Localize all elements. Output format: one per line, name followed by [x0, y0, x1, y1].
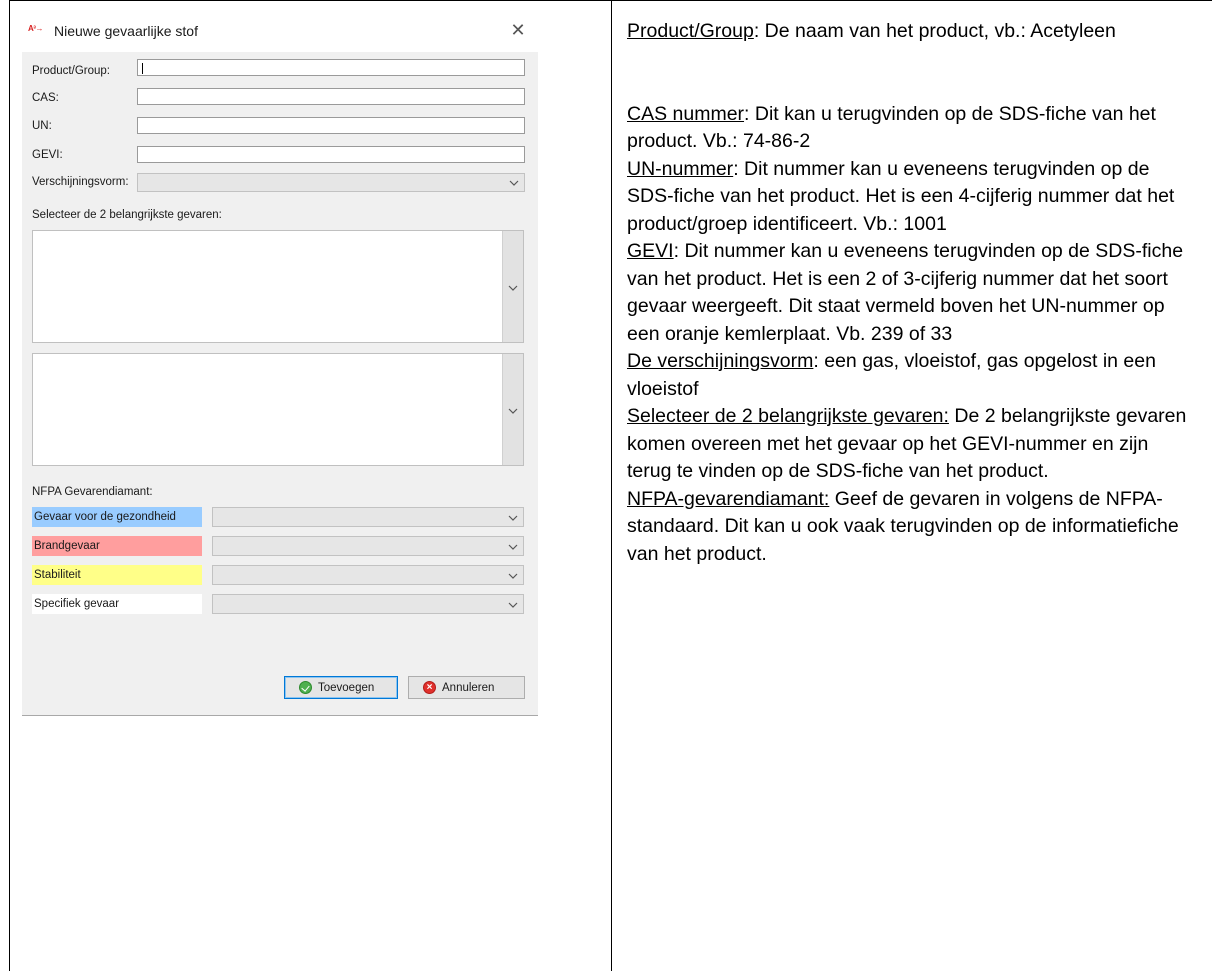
dropdown-strip[interactable] [502, 354, 523, 465]
app-logo-icon: A³→ [28, 24, 43, 33]
dropdown-strip[interactable] [502, 231, 523, 342]
un-label: UN: [32, 120, 52, 132]
product-input[interactable] [137, 59, 525, 76]
new-hazardous-substance-dialog: A³→ Nieuwe gevaarlijke stof ✕ Product/Gr… [22, 10, 538, 716]
table-border-left [9, 0, 10, 971]
gevi-label: GEVI: [32, 149, 63, 161]
close-icon[interactable]: ✕ [506, 18, 530, 42]
term-nfpa: NFPA-gevarendiamant: [627, 487, 830, 510]
chevron-down-icon [508, 285, 518, 291]
text-caret [142, 63, 143, 74]
chevron-down-icon [509, 180, 519, 186]
chevron-down-icon [508, 602, 518, 608]
verschijningsvorm-label: Verschijningsvorm: [32, 176, 129, 188]
chevron-down-icon [508, 515, 518, 521]
term-gevaren: Selecteer de 2 belangrijkste gevaren: [627, 405, 949, 427]
checkmark-icon [299, 681, 312, 694]
chevron-down-icon [508, 573, 518, 579]
nfpa-specific-select[interactable] [212, 594, 524, 614]
verschijningsvorm-select[interactable] [137, 173, 525, 192]
nfpa-title: NFPA Gevarendiamant: [32, 486, 153, 498]
window-title: Nieuwe gevaarlijke stof [54, 23, 198, 39]
nfpa-stability-select[interactable] [212, 565, 524, 585]
nfpa-health-label: Gevaar voor de gezondheid [32, 507, 202, 527]
gevi-input[interactable] [137, 146, 525, 163]
cancel-button-label: Annuleren [442, 681, 495, 694]
nfpa-health-select[interactable] [212, 507, 524, 527]
table-divider [611, 0, 612, 971]
hazards-label: Selecteer de 2 belangrijkste gevaren: [32, 209, 222, 221]
chevron-down-icon [508, 544, 518, 550]
desc-gevaren: Selecteer de 2 belangrijkste gevaren: De… [627, 405, 1187, 482]
term-un: UN-nummer [627, 157, 734, 180]
nfpa-specific-label: Specifiek gevaar [32, 594, 202, 614]
desc-product: Product/Group: De naam van het product, … [627, 20, 1116, 42]
desc-verschijningsvorm: De verschijningsvorm: een gas, vloeistof… [627, 350, 1156, 400]
desc-cas: CAS nummer: Dit kan u terugvinden op de … [627, 102, 1156, 153]
hazard-list-2[interactable] [32, 353, 524, 466]
term-cas: CAS nummer [627, 102, 745, 125]
desc-nfpa: NFPA-gevarendiamant: Geef de gevaren in … [627, 487, 1179, 565]
chevron-down-icon [508, 408, 518, 414]
cas-input[interactable] [137, 88, 525, 105]
nfpa-fire-label: Brandgevaar [32, 536, 202, 556]
term-verschijningsvorm: De verschijningsvorm [627, 350, 814, 372]
product-label: Product/Group: [32, 65, 110, 77]
term-product: Product/Group [627, 20, 754, 42]
cas-label: CAS: [32, 92, 59, 104]
un-input[interactable] [137, 117, 525, 134]
hazard-list-1[interactable] [32, 230, 524, 343]
cancel-button[interactable]: × Annuleren [408, 676, 525, 699]
title-bar: A³→ Nieuwe gevaarlijke stof ✕ [22, 10, 538, 52]
add-button-label: Toevoegen [318, 681, 375, 694]
cancel-x-icon: × [423, 681, 436, 694]
nfpa-fire-select[interactable] [212, 536, 524, 556]
field-descriptions: Product/Group: De naam van het product, … [627, 18, 1187, 568]
nfpa-stability-label: Stabiliteit [32, 565, 202, 585]
term-gevi: GEVI [627, 240, 674, 262]
desc-gevi: GEVI: Dit nummer kan u eveneens terugvin… [627, 240, 1184, 345]
add-button[interactable]: Toevoegen [284, 676, 398, 699]
desc-un: UN-nummer: Dit nummer kan u eveneens ter… [627, 157, 1175, 235]
